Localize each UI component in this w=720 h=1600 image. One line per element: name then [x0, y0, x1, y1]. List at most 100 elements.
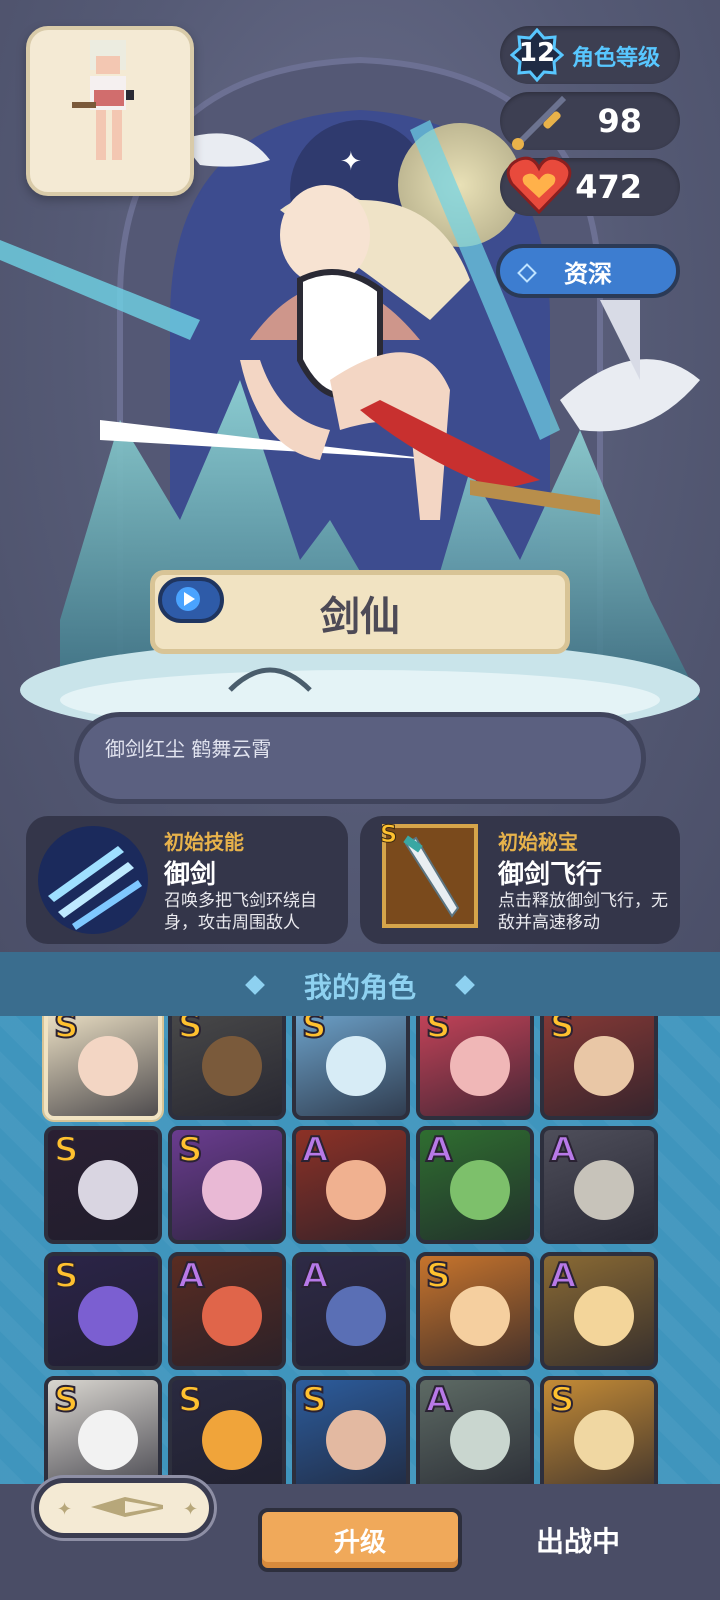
grade-badge: S: [301, 1016, 327, 1047]
grade-badge: S: [177, 1380, 203, 1421]
play-voice-button[interactable]: [158, 577, 224, 623]
character-face: [450, 1286, 510, 1346]
character-tile[interactable]: S: [168, 1376, 286, 1484]
character-face: [202, 1286, 262, 1346]
skill-title: 御剑: [164, 860, 217, 890]
character-tile[interactable]: S: [540, 1376, 658, 1484]
character-tile[interactable]: A: [540, 1126, 658, 1244]
grade-badge: S: [53, 1016, 79, 1047]
initial-treasure-card[interactable]: S 初始秘宝 御剑飞行 点击释放御剑飞行，无敌并高速移动: [360, 816, 680, 944]
attack-stat: 98: [500, 92, 680, 150]
character-tile[interactable]: S: [292, 1376, 410, 1484]
character-grid[interactable]: S S S S S S S A A A S A A S A S S S A S: [0, 1016, 720, 1484]
level-label: 角色等级: [572, 46, 661, 71]
grade-badge: S: [425, 1016, 451, 1047]
grade-badge: A: [177, 1256, 205, 1297]
character-face: [450, 1036, 510, 1096]
character-face: [574, 1286, 634, 1346]
character-face: [574, 1036, 634, 1096]
character-quote-box: 御剑红尘 鹤舞云霄: [74, 712, 646, 804]
rank-button[interactable]: 资深: [496, 244, 680, 298]
treasure-grade: S: [379, 820, 398, 849]
hp-stat: 472: [500, 156, 680, 216]
grade-badge: S: [53, 1256, 79, 1297]
grade-badge: S: [301, 1380, 327, 1421]
flying-swords-icon: [38, 826, 148, 934]
grade-badge: A: [301, 1256, 329, 1297]
attack-value: 98: [597, 102, 642, 140]
sword-icon: [512, 95, 567, 150]
grade-badge: S: [549, 1380, 575, 1421]
hp-value: 472: [575, 168, 642, 206]
grade-badge: S: [549, 1016, 575, 1047]
character-face: [78, 1286, 138, 1346]
grade-badge: S: [425, 1256, 451, 1297]
play-icon: [176, 587, 200, 611]
level-value: 12: [518, 38, 556, 68]
character-face: [78, 1160, 138, 1220]
character-tile[interactable]: S: [44, 1126, 162, 1244]
treasure-description: 点击释放御剑飞行，无敌并高速移动: [498, 891, 668, 933]
sword-treasure-icon: [403, 835, 460, 918]
character-tile[interactable]: S: [44, 1252, 162, 1370]
treasure-caption: 初始秘宝: [498, 830, 578, 854]
character-face: [450, 1160, 510, 1220]
character-face: [202, 1036, 262, 1096]
upgrade-button[interactable]: 升级: [258, 1508, 462, 1572]
character-tile[interactable]: A: [540, 1252, 658, 1370]
sparkle-icon: ✦: [183, 1499, 199, 1520]
hero-detail-screen: ✦ 12 角色等级 98 472 资深 剑仙 御剑红尘 鹤舞云霄 初始技能 御剑…: [0, 0, 720, 1600]
character-face: [78, 1036, 138, 1096]
grade-badge: A: [425, 1130, 453, 1171]
level-indicator: 12 角色等级: [500, 26, 680, 84]
character-tile[interactable]: A: [292, 1252, 410, 1370]
initial-skill-card[interactable]: 初始技能 御剑 召唤多把飞剑环绕自身，攻击周围敌人: [26, 816, 348, 944]
character-face: [574, 1160, 634, 1220]
svg-text:✦: ✦: [340, 147, 362, 177]
grade-badge: A: [549, 1256, 577, 1297]
my-characters-title: 我的角色: [303, 971, 416, 1004]
my-characters-header: 我的角色: [0, 952, 720, 1016]
character-tile[interactable]: S: [44, 1016, 162, 1120]
pixel-character-icon: [72, 40, 134, 160]
rank-label: 资深: [564, 259, 612, 288]
character-portrait[interactable]: [26, 26, 194, 196]
character-tile[interactable]: A: [416, 1126, 534, 1244]
grade-badge: A: [301, 1130, 329, 1171]
character-tile[interactable]: S: [168, 1126, 286, 1244]
character-tile[interactable]: S: [416, 1252, 534, 1370]
back-arrow-icon: [91, 1497, 163, 1517]
grade-badge: A: [425, 1380, 453, 1421]
character-tile[interactable]: A: [292, 1126, 410, 1244]
grade-badge: S: [177, 1130, 203, 1171]
sparkle-icon: ✦: [57, 1499, 73, 1520]
grade-badge: S: [53, 1380, 79, 1421]
skill-caption: 初始技能: [164, 830, 244, 854]
character-face: [574, 1410, 634, 1470]
character-tile[interactable]: S: [540, 1016, 658, 1120]
heart-icon: [506, 156, 572, 215]
grade-badge: S: [53, 1130, 79, 1171]
character-face: [78, 1410, 138, 1470]
grade-badge: S: [177, 1016, 203, 1047]
character-face: [326, 1160, 386, 1220]
character-tile[interactable]: S: [44, 1376, 162, 1484]
character-face: [326, 1286, 386, 1346]
character-face: [326, 1410, 386, 1470]
back-button[interactable]: ✦ ✦: [34, 1478, 214, 1538]
deployed-status: 出战中: [536, 1525, 621, 1558]
character-tile[interactable]: S: [292, 1016, 410, 1120]
diamond-icon: [517, 263, 537, 283]
character-face: [202, 1160, 262, 1220]
character-tile[interactable]: A: [416, 1376, 534, 1484]
character-tile[interactable]: S: [168, 1016, 286, 1120]
character-tile[interactable]: S: [416, 1016, 534, 1120]
treasure-title: 御剑飞行: [498, 860, 603, 890]
character-tile[interactable]: A: [168, 1252, 286, 1370]
character-face: [202, 1410, 262, 1470]
grade-badge: A: [549, 1130, 577, 1171]
character-face: [450, 1410, 510, 1470]
skill-description: 召唤多把飞剑环绕自身，攻击周围敌人: [164, 891, 317, 933]
character-quote: 御剑红尘 鹤舞云霄: [105, 737, 272, 761]
character-face: [326, 1036, 386, 1096]
